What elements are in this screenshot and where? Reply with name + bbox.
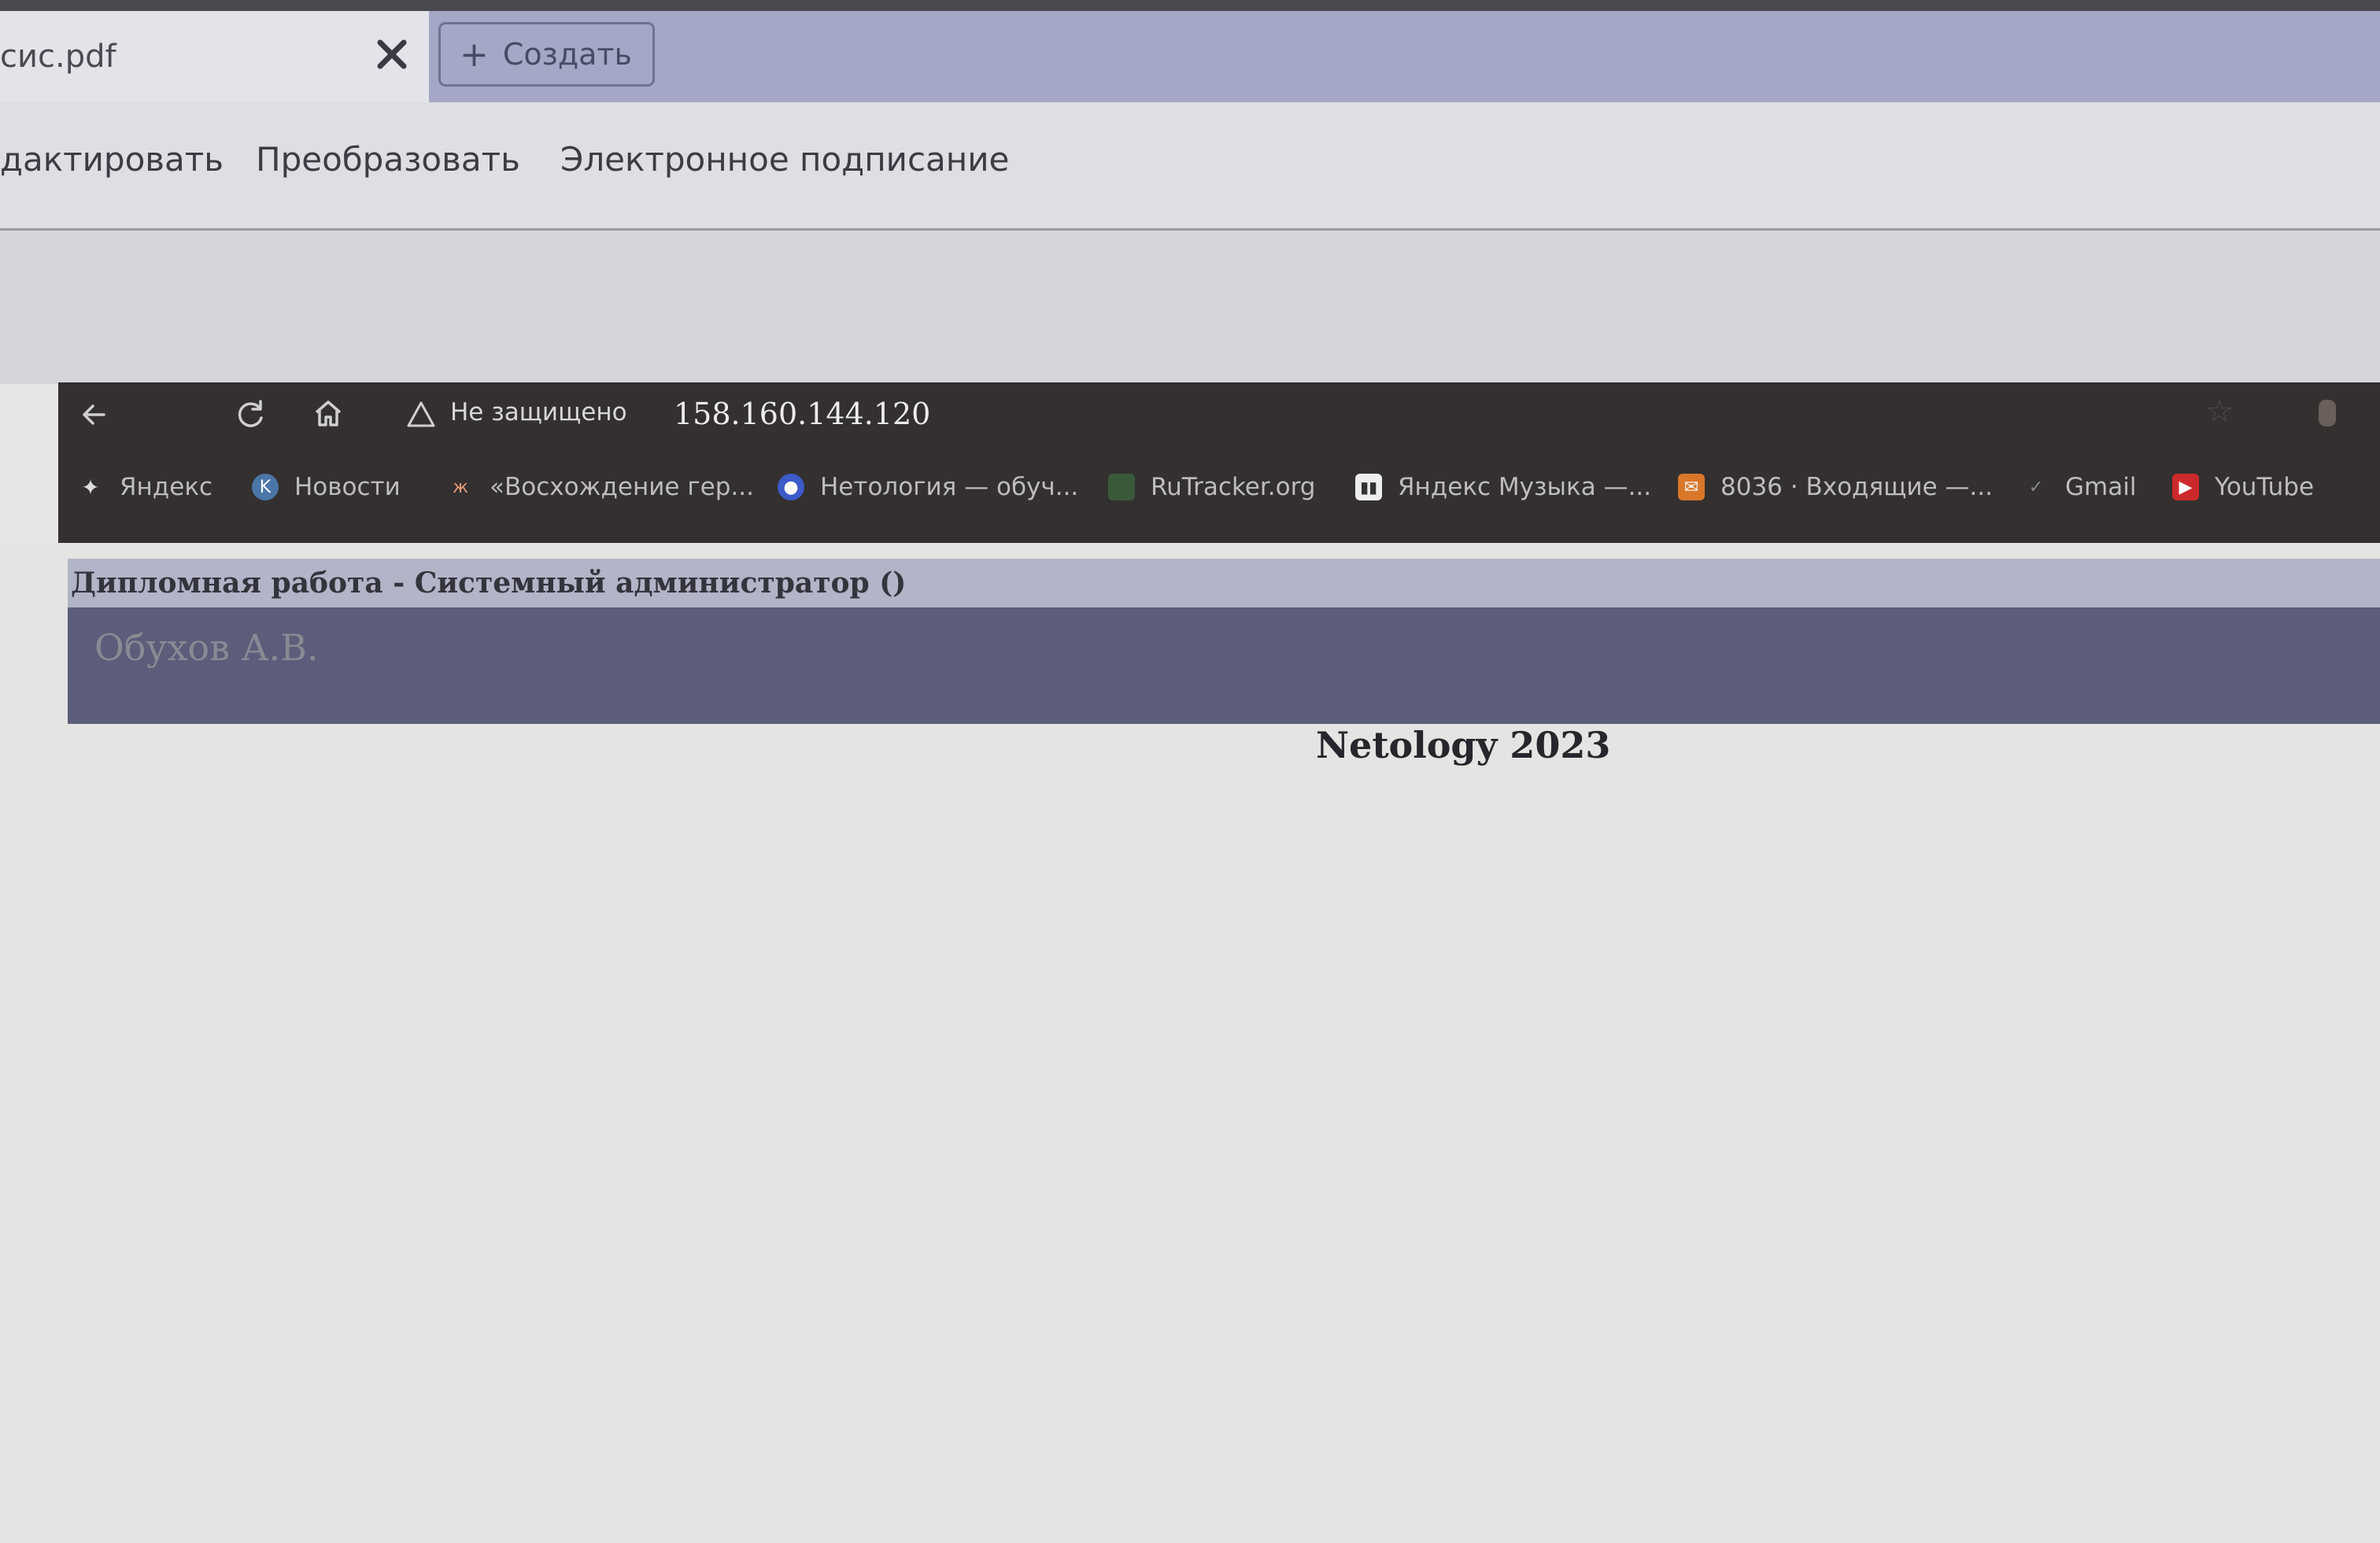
mail-icon: ✉ <box>1678 474 1705 500</box>
bookmark-star-icon[interactable]: ☆ <box>2205 393 2234 430</box>
reload-icon[interactable] <box>233 397 269 433</box>
menu-e-sign[interactable]: Электронное подписание <box>560 140 1009 179</box>
bookmark-mail[interactable]: ✉ 8036 · Входящие —... <box>1678 469 1993 505</box>
pdf-tab[interactable]: сис.pdf <box>0 11 429 102</box>
menu-convert[interactable]: Преобразовать <box>256 140 520 179</box>
back-arrow-icon[interactable] <box>76 397 112 433</box>
footer-text: Netology 2023 <box>1316 724 1611 766</box>
bookmark-yandex[interactable]: ✦ Яндекс <box>77 469 213 505</box>
address-bar[interactable]: 158.160.144.120 <box>674 397 930 431</box>
bookmark-ascent[interactable]: ж «Восхождение гер... <box>447 469 754 505</box>
gmail-icon: ✓ <box>2028 477 2044 497</box>
music-icon: ▮▮ <box>1355 474 1382 500</box>
youtube-icon: ▶ <box>2172 474 2199 500</box>
bookmark-youtube[interactable]: ▶ YouTube <box>2172 469 2314 505</box>
pdf-tab-title: сис.pdf <box>0 39 116 75</box>
security-label[interactable]: Не защищено <box>450 398 627 426</box>
create-button-label: Создать <box>502 37 632 72</box>
bookmark-label: RuTracker.org <box>1151 473 1316 501</box>
author-name: Обухов А.В. <box>94 626 319 669</box>
bookmark-label: 8036 · Входящие —... <box>1720 473 1993 501</box>
bookmark-news[interactable]: K Новости <box>252 469 401 505</box>
menu-edit[interactable]: дактировать <box>0 140 224 179</box>
close-icon[interactable] <box>372 35 412 74</box>
author-panel: Обухов А.В. <box>68 607 2380 724</box>
home-icon[interactable] <box>310 395 346 431</box>
bookmark-label: «Восхождение гер... <box>490 473 754 501</box>
bookmark-rutracker[interactable]: RuTracker.org <box>1108 469 1315 505</box>
bookmark-label: YouTube <box>2215 473 2315 501</box>
fox-icon: ж <box>453 477 468 497</box>
pdf-menu-bar: дактировать Преобразовать Электронное по… <box>0 102 2380 231</box>
page-title: Дипломная работа - Системный администрат… <box>68 559 2380 607</box>
browser-toolbar: Не защищено 158.160.144.120 ☆ ✦ Яндекс K… <box>58 382 2380 543</box>
create-button[interactable]: + Создать <box>438 22 655 87</box>
bookmark-label: Яндекс <box>120 473 213 501</box>
bookmark-label: Gmail <box>2065 473 2137 501</box>
bookmark-gmail[interactable]: ✓ Gmail <box>2023 469 2137 505</box>
bookmark-label: Новости <box>294 473 401 501</box>
warning-triangle-icon[interactable] <box>406 400 436 428</box>
netology-icon: ● <box>778 474 804 500</box>
bookmark-netology[interactable]: ● Нетология — обуч... <box>778 469 1078 505</box>
bookmark-label: Яндекс Музыка —... <box>1398 473 1652 501</box>
microphone-icon[interactable] <box>2319 400 2336 426</box>
rutracker-icon <box>1108 474 1135 500</box>
vk-icon: K <box>252 474 279 500</box>
bookmark-yandex-music[interactable]: ▮▮ Яндекс Музыка —... <box>1355 469 1651 505</box>
star-icon: ✦ <box>81 474 100 500</box>
bookmark-label: Нетология — обуч... <box>820 473 1079 501</box>
plus-icon: + <box>460 34 489 75</box>
viewer-background <box>0 231 2380 384</box>
